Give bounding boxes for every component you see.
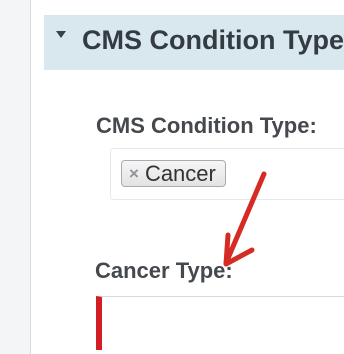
cancer-type-label: Cancer Type:	[95, 258, 233, 283]
selected-tag-cancer: × Cancer	[121, 160, 226, 187]
cancer-type-input[interactable]	[96, 296, 344, 350]
section-header[interactable]: CMS Condition Type	[44, 15, 344, 70]
screenshot-frame: CMS Condition Type CMS Condition Type: ×…	[0, 0, 344, 354]
section-title: CMS Condition Type	[82, 25, 344, 55]
close-icon[interactable]: ×	[129, 165, 139, 182]
cms-condition-type-label: CMS Condition Type:	[96, 113, 317, 138]
left-panel-edge	[0, 0, 31, 354]
tag-label: Cancer	[144, 160, 216, 186]
caret-down-icon[interactable]	[56, 31, 66, 38]
cms-condition-type-select[interactable]: × Cancer	[110, 148, 344, 200]
